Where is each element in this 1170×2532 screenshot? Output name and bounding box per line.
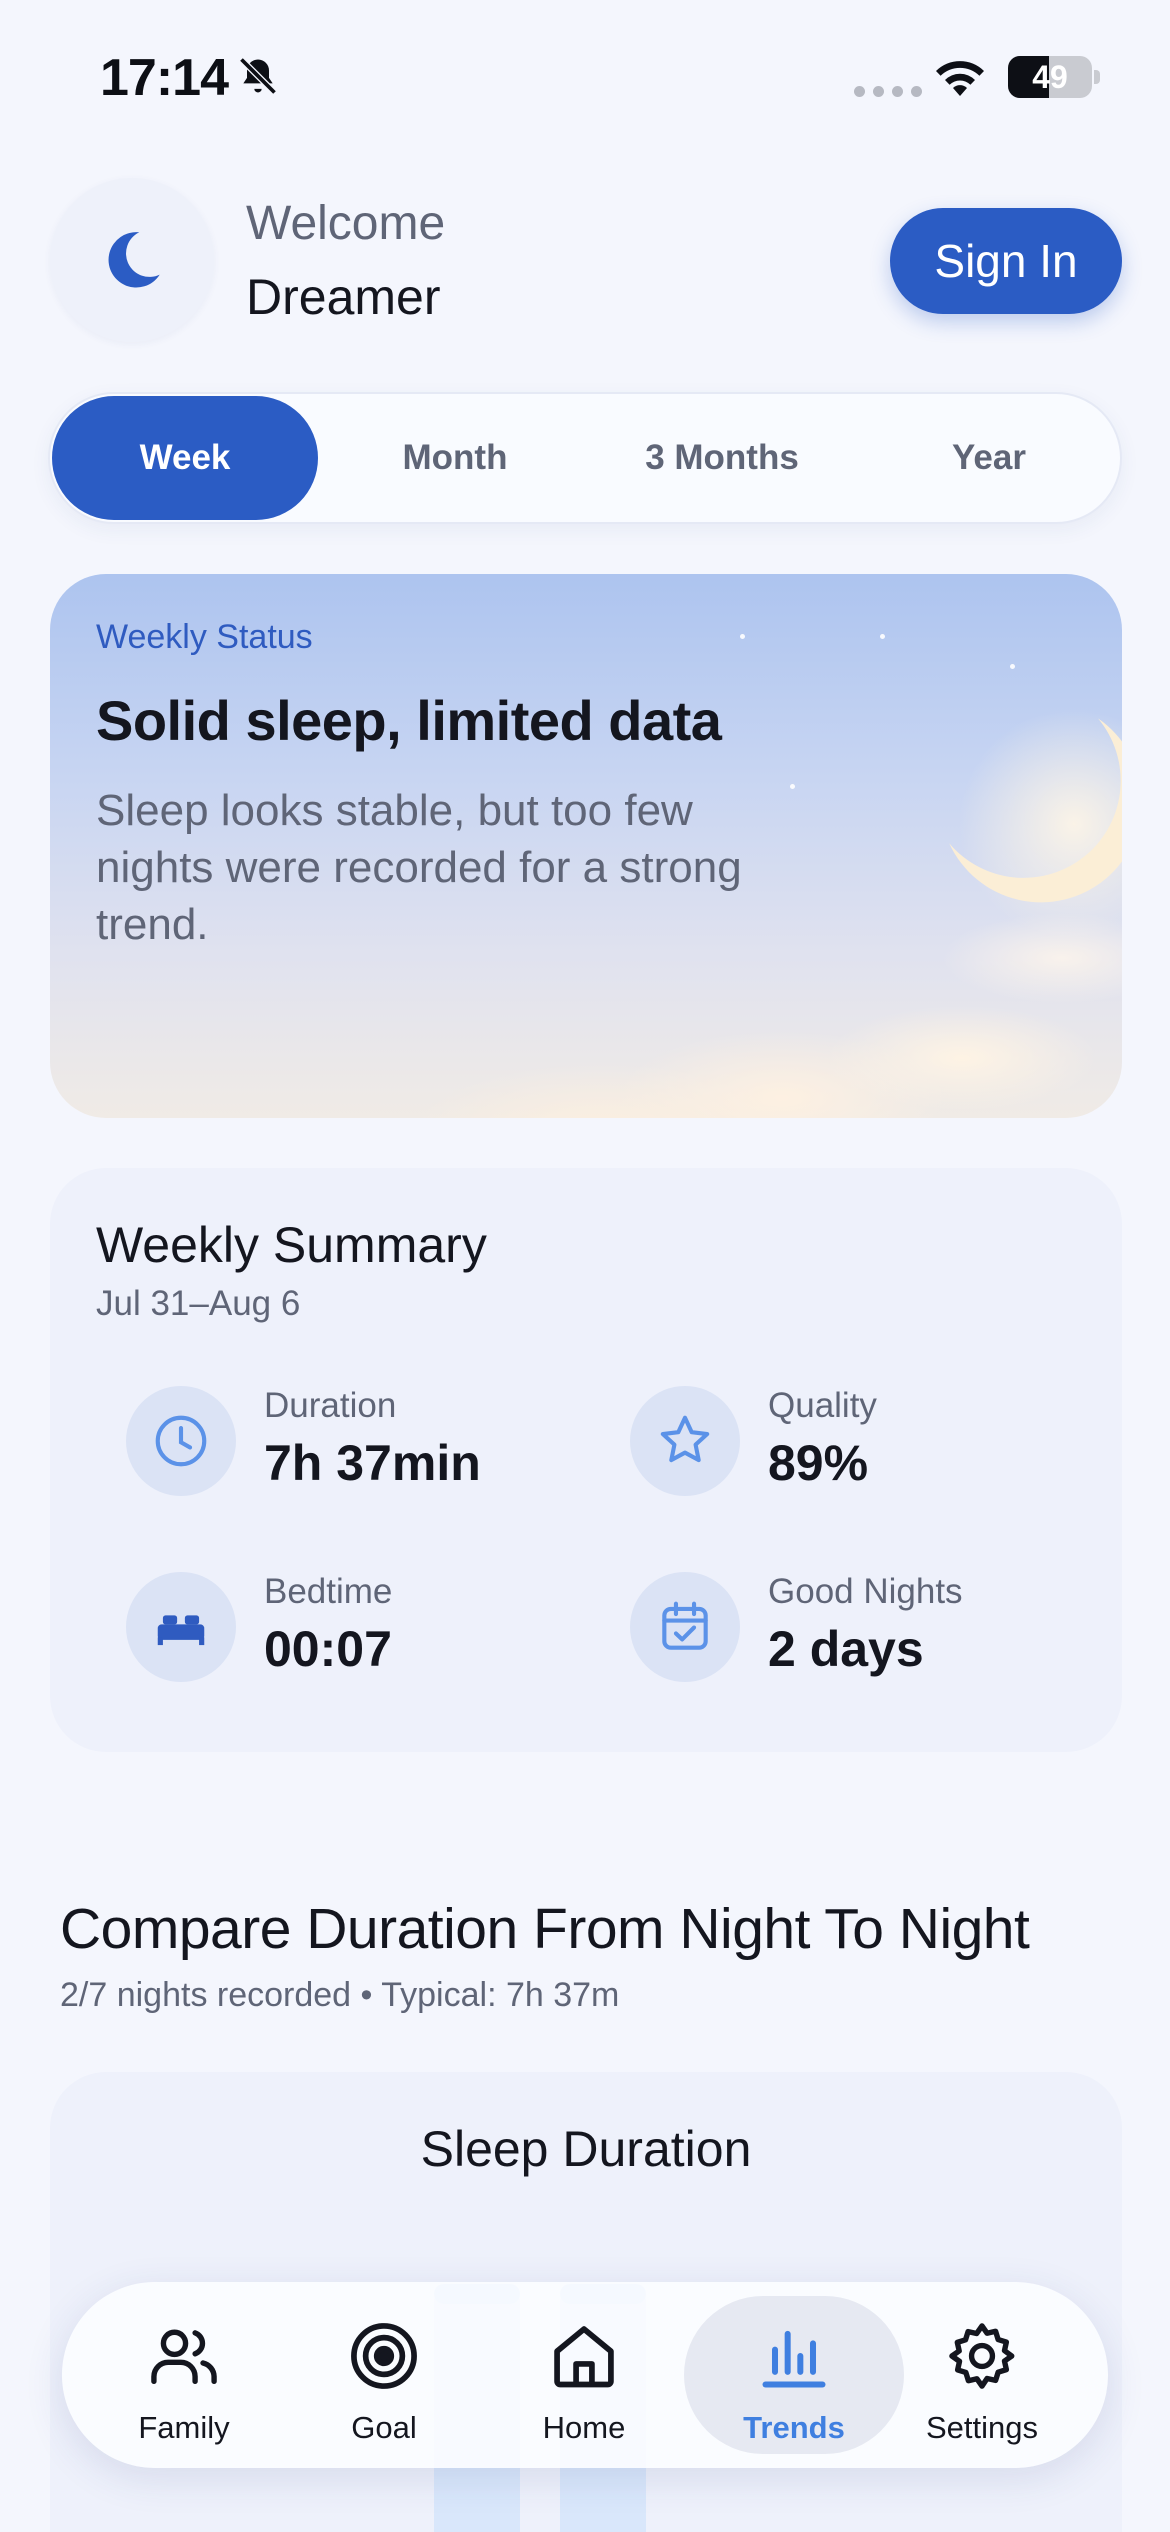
moon-icon [108,232,160,288]
bed-icon [157,1615,205,1646]
status-bar: 17:14 49 [0,0,1170,150]
metric-value: 89% [768,1435,869,1491]
target-icon [351,2323,417,2389]
metric-value: 2 days [768,1621,924,1677]
status-time: 17:14 [100,49,229,107]
weekly-status-eyebrow: Weekly Status [96,618,313,656]
tab-week[interactable]: Week [52,396,318,520]
calendar-check-icon [662,1601,708,1650]
gear-icon [949,2323,1015,2389]
nav-trends[interactable]: Trends [676,2282,904,2468]
weekly-status-title: Solid sleep, limited data [96,689,722,752]
metric-bedtime: Bedtime 00:07 [126,1572,606,1692]
compare-section-subtitle: 2/7 nights recorded • Typical: 7h 37m [60,1976,620,2014]
bottom-nav: Family Goal Home Trends Settings [62,2282,1108,2468]
nav-label: Settings [925,2410,1038,2445]
battery-nub [1094,70,1100,84]
sign-in-button[interactable]: Sign In [890,208,1122,314]
metric-quality: Quality 89% [630,1386,1110,1506]
nav-label: Family [138,2410,230,2445]
metric-label: Duration [264,1386,397,1425]
signal-icon [854,86,922,97]
crescent-moon-illustration [949,708,1122,940]
metric-duration: Duration 7h 37min [126,1386,606,1506]
bell-slash-icon [239,57,277,95]
star-decoration [880,634,885,639]
tab-month[interactable]: Month [324,396,586,520]
chart-title: Sleep Duration [420,2121,752,2177]
weekly-summary-card: Weekly Summary Jul 31–Aug 6 Duration 7h … [50,1168,1122,1752]
metric-label: Quality [768,1386,877,1425]
user-name: Dreamer [246,269,441,325]
summary-title: Weekly Summary [96,1217,487,1273]
avatar[interactable] [50,178,214,342]
welcome-label: Welcome [246,197,446,250]
nav-label: Trends [743,2410,845,2445]
nav-home[interactable]: Home [484,2282,684,2468]
star-icon [660,1415,710,1463]
nav-goal[interactable]: Goal [284,2282,484,2468]
star-decoration [1010,664,1015,669]
metric-value: 7h 37min [264,1435,481,1491]
metric-value: 00:07 [264,1621,392,1677]
family-icon [151,2329,217,2385]
period-tabs: Week Month 3 Months Year [48,392,1122,524]
clock-icon [155,1415,207,1467]
metric-good-nights: Good Nights 2 days [630,1572,1110,1692]
battery-icon: 49 [1008,56,1092,98]
tab-year[interactable]: Year [858,396,1120,520]
star-decoration [740,634,745,639]
compare-section-title: Compare Duration From Night To Night [60,1897,1030,1961]
nav-family[interactable]: Family [84,2282,284,2468]
weekly-status-card: Weekly Status Solid sleep, limited data … [50,574,1122,1118]
nav-settings[interactable]: Settings [882,2282,1082,2468]
nav-label: Home [542,2410,626,2445]
tab-3-months[interactable]: 3 Months [590,396,854,520]
weekly-status-description: Sleep looks stable, but too few nights w… [96,786,742,949]
home-icon [554,2326,614,2388]
metric-label: Bedtime [264,1572,393,1611]
bar-chart-icon [762,2330,826,2388]
nav-label: Goal [351,2410,417,2445]
battery-level: 49 [1032,58,1068,95]
summary-date-range: Jul 31–Aug 6 [96,1284,301,1323]
metric-label: Good Nights [768,1572,963,1611]
wifi-icon [936,61,984,96]
